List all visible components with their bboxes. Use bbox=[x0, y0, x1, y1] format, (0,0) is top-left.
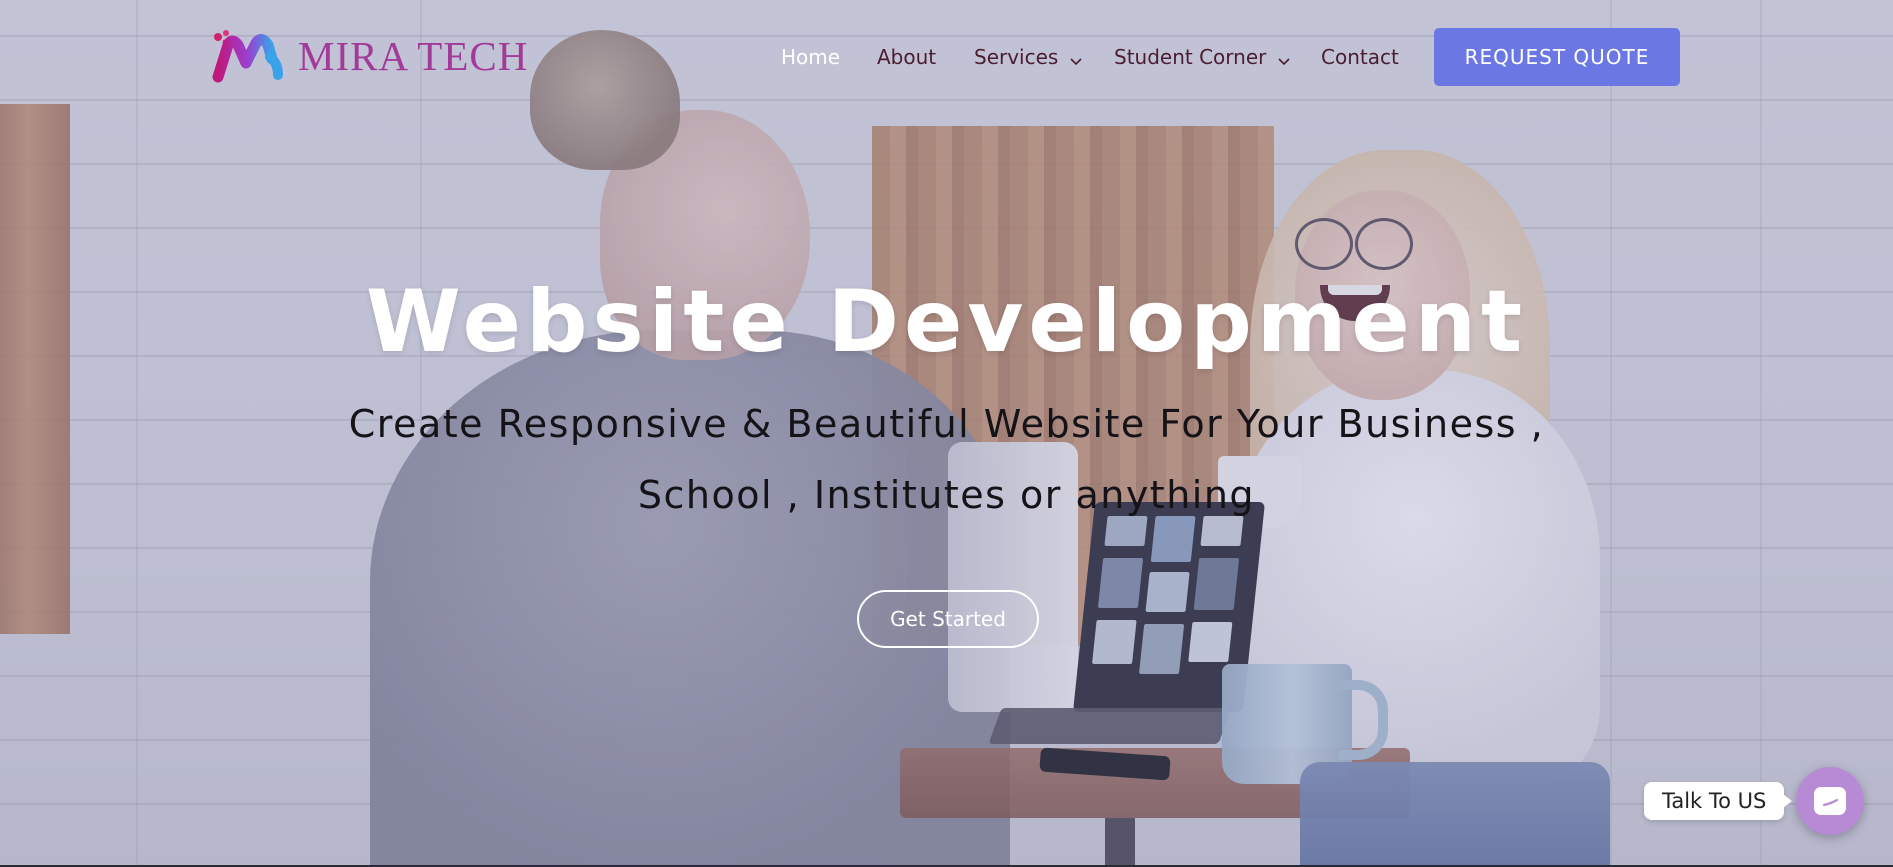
chat-label[interactable]: Talk To US bbox=[1644, 782, 1793, 820]
mira-tech-logo-icon bbox=[212, 29, 288, 83]
hero-subline-1: Create Responsive & Beautiful Website Fo… bbox=[348, 402, 1545, 446]
chat-button[interactable] bbox=[1796, 767, 1864, 835]
brand-logo[interactable]: MIRA TECH bbox=[212, 28, 528, 84]
chat-bubble-icon bbox=[1796, 787, 1864, 839]
nav-services-label: Services bbox=[974, 45, 1059, 69]
chevron-down-icon bbox=[1070, 30, 1082, 88]
request-quote-button[interactable]: REQUEST QUOTE bbox=[1434, 28, 1680, 86]
nav-student-corner[interactable]: Student Corner bbox=[1114, 28, 1290, 86]
chevron-down-icon bbox=[1278, 30, 1290, 88]
hero-subline-2: School , Institutes or anything bbox=[637, 473, 1256, 517]
hero-headline: Website Development bbox=[365, 272, 1528, 372]
nav-about[interactable]: About bbox=[877, 28, 936, 86]
nav-services[interactable]: Services bbox=[974, 28, 1082, 86]
get-started-button[interactable]: Get Started bbox=[857, 590, 1039, 648]
nav-contact[interactable]: Contact bbox=[1321, 28, 1399, 86]
site-header: MIRA TECH Home About Services Student Co… bbox=[0, 0, 1893, 114]
brand-name: MIRA TECH bbox=[298, 33, 529, 79]
nav-student-corner-label: Student Corner bbox=[1114, 45, 1267, 69]
nav-home[interactable]: Home bbox=[781, 28, 840, 86]
